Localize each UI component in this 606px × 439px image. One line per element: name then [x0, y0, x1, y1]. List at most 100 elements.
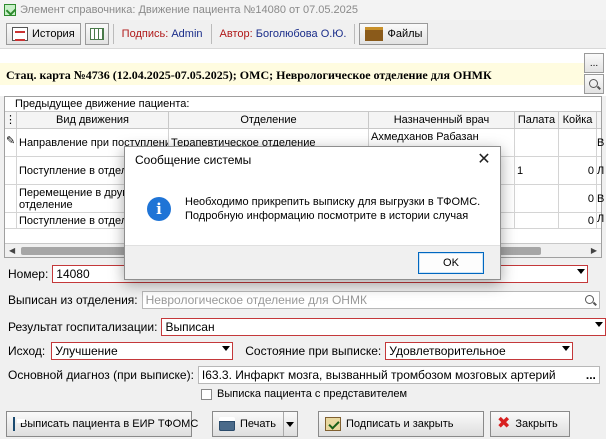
grid-col-dept[interactable]: Отделение [169, 112, 369, 128]
row-marker: ✎ [5, 129, 17, 156]
discharge-eir-label: Выписать пациента в ЕИР ТФОМС [20, 417, 199, 430]
app-check-icon [4, 4, 16, 16]
result-row: Результат госпитализации: Выписан [0, 316, 606, 338]
dialog-message: Необходимо прикрепить выписку для выгруз… [185, 195, 480, 223]
print-button[interactable]: Печать [212, 410, 298, 437]
dialog-title: Сообщение системы [135, 153, 252, 167]
history-label: История [32, 28, 75, 40]
system-message-dialog: Сообщение системы ✕ i Необходимо прикреп… [124, 146, 501, 280]
grid-col-type[interactable]: Вид движения [17, 112, 169, 128]
card-more-glyph: ... [589, 57, 599, 69]
with-representative-row: Выписка пациента с представителем [201, 388, 407, 400]
result-select[interactable]: Выписан [161, 318, 606, 336]
discharged-from-label: Выписан из отделения: [8, 293, 138, 307]
author-info: Автор: Боголюбова О.Ю. [216, 28, 351, 40]
row-ward [515, 185, 559, 212]
dialog-titlebar: Сообщение системы ✕ [125, 147, 500, 173]
author-label: Автор: [219, 28, 253, 40]
state-label: Состояние при выписке: [245, 344, 382, 358]
result-label: Результат госпитализации: [8, 320, 158, 334]
files-button[interactable]: Файлы [359, 23, 429, 45]
row-marker [5, 157, 17, 184]
bottom-bar: Выписать пациента в ЕИР ТФОМС Печать Под… [0, 408, 606, 439]
signature-info: Подпись: Admin [118, 28, 207, 40]
card-more-button[interactable]: ... [584, 53, 604, 73]
grid-col-bed[interactable]: Койка [559, 112, 597, 128]
grid-col-marker[interactable]: ⋮ [5, 112, 17, 128]
toolbar-separator [112, 24, 114, 44]
number-label: Номер: [8, 267, 49, 281]
row-extra: Л [597, 165, 605, 177]
outcome-select[interactable]: Улучшение [51, 342, 234, 360]
row-extra: В [597, 137, 605, 149]
with-representative-checkbox[interactable] [201, 388, 212, 400]
dialog-body: i Необходимо прикрепить выписку для выгр… [125, 173, 500, 245]
print-dropdown[interactable] [283, 411, 297, 436]
toolbar: История Подпись: Admin Автор: Боголюбова… [0, 21, 606, 47]
files-label: Файлы [387, 28, 423, 40]
outcome-label: Исход: [8, 344, 46, 358]
diagnosis-input[interactable]: I63.3. Инфаркт мозга, вызванный тромбозо… [197, 366, 600, 384]
card-title: Стац. карта №4736 (12.04.2025-07.05.2025… [6, 68, 492, 82]
history-button[interactable]: История [6, 23, 81, 45]
table-icon [89, 28, 104, 40]
discharge-eir-button[interactable]: Выписать пациента в ЕИР ТФОМС [6, 410, 198, 437]
toolbar-separator [354, 24, 356, 44]
discharged-from-value: Неврологическое отделение для ОНМК [145, 293, 367, 307]
diagnosis-value: I63.3. Инфаркт мозга, вызванный тромбозо… [201, 368, 556, 382]
author-value: Боголюбова О.Ю. [255, 28, 347, 40]
card-header: Стац. карта №4736 (12.04.2025-07.05.2025… [0, 48, 606, 96]
grid-caption: Предыдущее движение пациента: [5, 97, 601, 111]
toolbar-separator [210, 24, 212, 44]
card-search-button[interactable] [584, 74, 604, 94]
number-value: 14080 [56, 267, 90, 281]
sign-close-label: Подписать и закрыть [346, 417, 454, 430]
grid-col-doctor[interactable]: Назначенный врач [369, 112, 515, 128]
chevron-down-icon[interactable] [286, 421, 294, 427]
chevron-down-icon[interactable] [222, 346, 231, 351]
history-icon [12, 27, 28, 41]
sign-icon [325, 416, 341, 431]
close-icon[interactable]: ✕ [474, 150, 494, 170]
diagnosis-row: Основной диагноз (при выписке): I63.3. И… [0, 364, 606, 386]
print-label: Печать [240, 417, 277, 430]
row-ward [515, 213, 559, 228]
scroll-right-icon[interactable]: ▶ [591, 246, 597, 255]
row-ward [515, 129, 559, 156]
close-button[interactable]: ✖ Закрыть [490, 410, 570, 437]
diagnosis-more-button[interactable]: ... [586, 367, 596, 383]
window-title: Элемент справочника: Движение пациента №… [20, 4, 359, 16]
search-icon[interactable] [584, 295, 594, 304]
info-icon: i [147, 197, 171, 221]
scroll-left-icon[interactable]: ◀ [9, 246, 15, 255]
folder-icon [365, 27, 384, 41]
grid-col-ward[interactable]: Палата [515, 112, 559, 128]
outcome-row: Исход: Улучшение Состояние при выписке: … [0, 340, 606, 362]
dialog-message-line: Необходимо прикрепить выписку для выгруз… [185, 196, 481, 208]
row-bed: 0 [559, 185, 597, 212]
discharged-from-input[interactable]: Неврологическое отделение для ОНМК [141, 291, 600, 309]
dialog-footer: OK [125, 245, 500, 279]
chevron-down-icon[interactable] [595, 322, 603, 327]
with-representative-label: Выписка пациента с представителем [217, 388, 408, 400]
close-icon: ✖ [497, 414, 511, 432]
save-icon [13, 416, 25, 431]
row-extra: В [597, 193, 605, 205]
table-view-button[interactable] [84, 23, 109, 45]
row-bed: 0 [559, 157, 597, 184]
state-select[interactable]: Удовлетворительное [385, 342, 574, 360]
result-value: Выписан [165, 320, 215, 334]
ok-button[interactable]: OK [418, 252, 484, 274]
sign-close-button[interactable]: Подписать и закрыть [318, 410, 484, 437]
window-titlebar: Элемент справочника: Движение пациента №… [0, 0, 606, 20]
grid-header: ⋮ Вид движения Отделение Назначенный вра… [5, 111, 601, 129]
chevron-down-icon[interactable] [577, 269, 586, 274]
grid-col-extra [597, 112, 601, 128]
signature-label: Подпись: [121, 28, 169, 40]
discharged-from-row: Выписан из отделения: Неврологическое от… [0, 289, 606, 311]
row-marker [5, 185, 17, 212]
diagnosis-label: Основной диагноз (при выписке): [8, 368, 194, 382]
chevron-down-icon[interactable] [562, 346, 571, 351]
signature-value: Admin [171, 28, 203, 40]
row-extra: Л [597, 213, 605, 225]
